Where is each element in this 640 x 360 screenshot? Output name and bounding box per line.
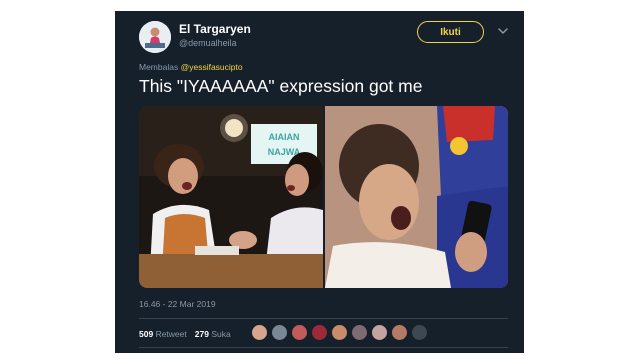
liker-avatar-2[interactable] [271,324,288,341]
liker-avatar-3[interactable] [291,324,308,341]
reply-context: Membalas @yessifasucipto [139,62,243,72]
tweet-timestamp[interactable]: 16.46 - 22 Mar 2019 [139,299,216,309]
like-label: Suka [211,329,231,339]
engagement-stats: 509 Retweet 279 Suka [139,329,231,339]
divider-bottom [139,347,508,348]
liker-avatar-6[interactable] [351,324,368,341]
media-photo-left[interactable]: AIAIAN NAJWA [139,106,323,288]
reply-mention[interactable]: @yessifasucipto [181,62,243,72]
liker-avatar-4[interactable] [311,324,328,341]
retweet-count: 509 [139,329,154,339]
liker-avatar-9[interactable] [411,324,428,341]
liker-avatar-5[interactable] [331,324,348,341]
like-count: 279 [194,329,209,339]
media-sign-line-1: AIAIAN [269,132,300,142]
retweet-label: Retweet [155,329,187,339]
liker-avatar-1[interactable] [251,324,268,341]
liker-avatars [251,324,428,341]
follow-button[interactable]: Ikuti [417,21,484,43]
chevron-down-icon[interactable] [496,24,510,38]
like-stat[interactable]: 279 Suka [195,329,231,339]
author-name[interactable]: El Targaryen [179,22,251,36]
author-avatar[interactable] [139,21,171,53]
tweet-text: This "IYAAAAAA" expression got me [139,76,423,96]
retweet-stat[interactable]: 509 Retweet [139,329,187,339]
tweet-media[interactable]: AIAIAN NAJWA [139,106,508,288]
tweet-card: El Targaryen @demualheila Ikuti Membalas… [115,11,524,353]
liker-avatar-7[interactable] [371,324,388,341]
author-avatar-image [139,21,171,53]
reply-prefix: Membalas [139,62,179,72]
liker-avatar-8[interactable] [391,324,408,341]
media-photo-right[interactable] [325,106,508,288]
author-handle[interactable]: @demualheila [179,38,237,48]
divider-top [139,318,508,319]
